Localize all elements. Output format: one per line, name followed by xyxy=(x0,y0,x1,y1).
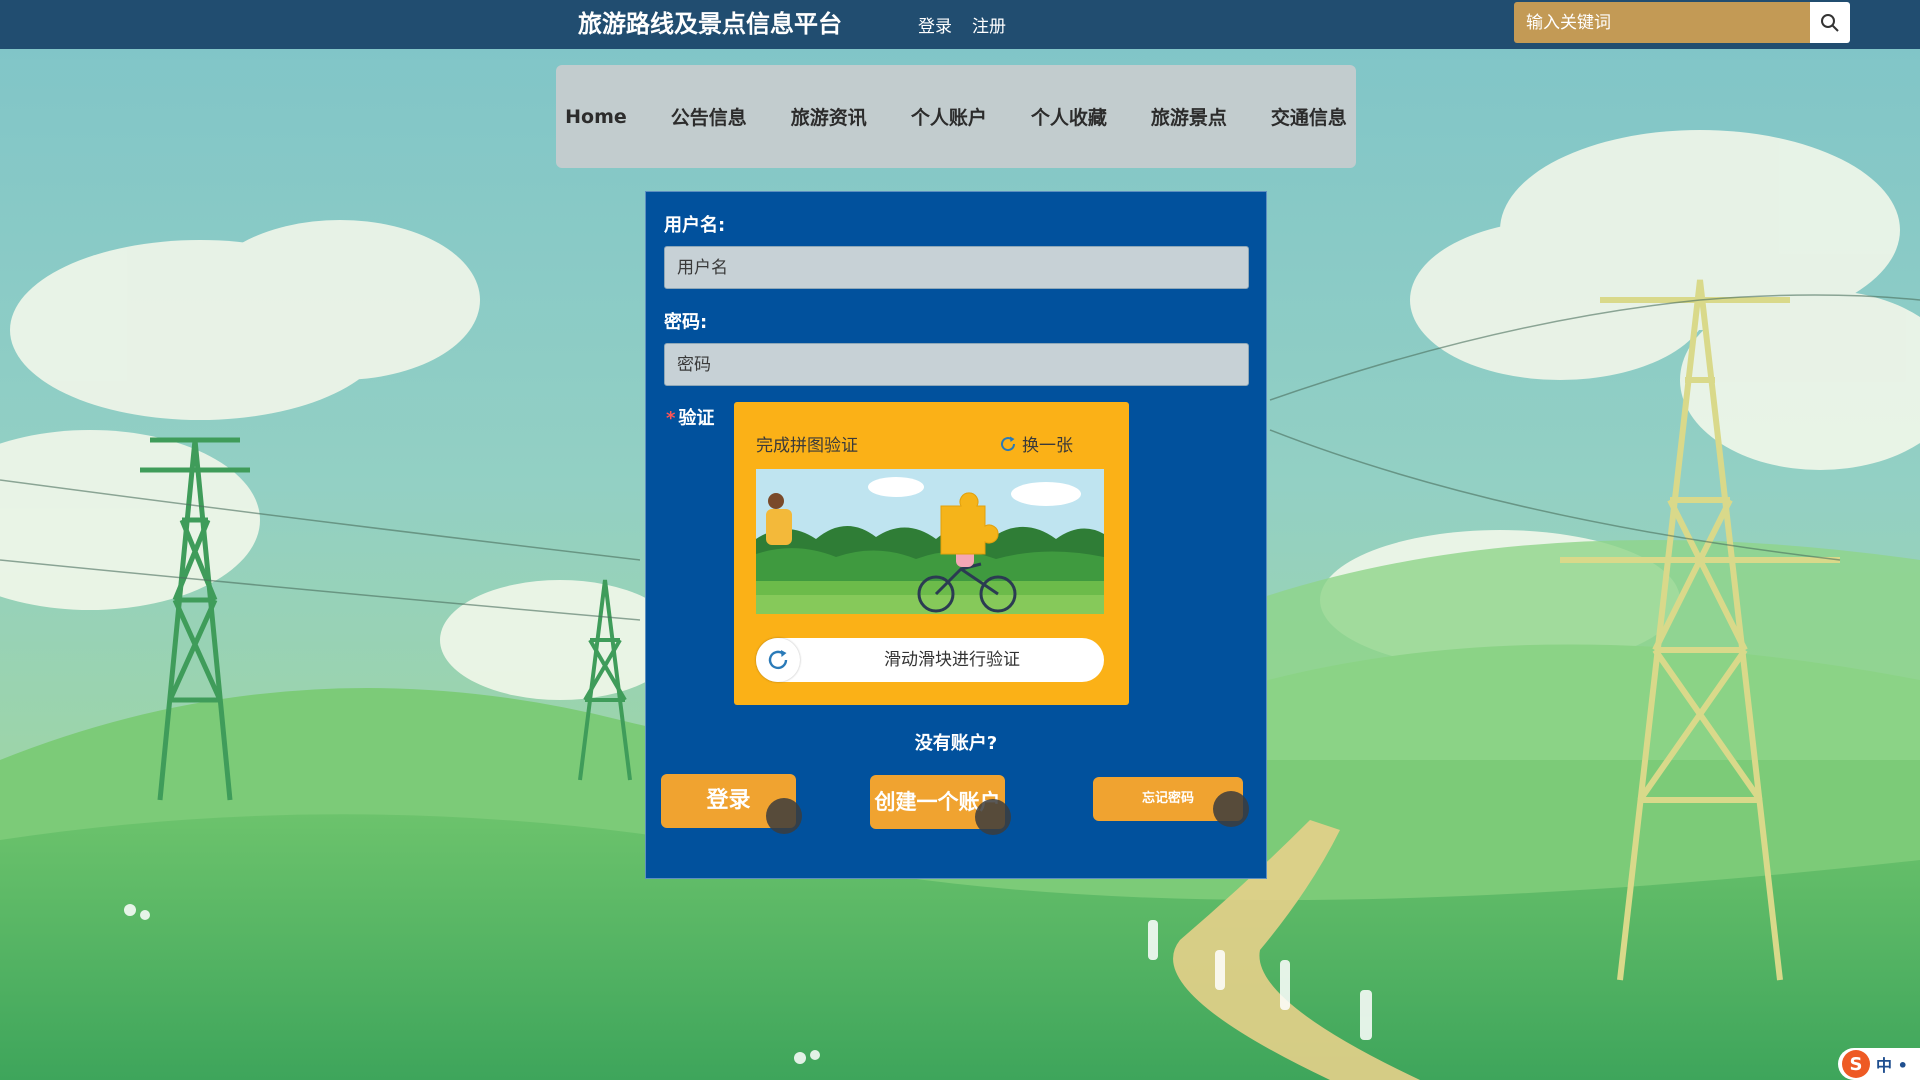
login-panel: 用户名: 密码: *验证 完成拼图验证 换一张 xyxy=(645,191,1267,879)
nav-announcements[interactable]: 公告信息 xyxy=(649,103,769,130)
username-label: 用户名: xyxy=(664,215,726,236)
required-mark: * xyxy=(666,408,676,429)
ime-mode: 中 • xyxy=(1876,1056,1908,1075)
nav-transport-info[interactable]: 交通信息 xyxy=(1249,103,1369,130)
search-button[interactable] xyxy=(1810,2,1850,43)
create-account-button[interactable]: 创建一个账户 xyxy=(870,775,1011,835)
nav-personal-account[interactable]: 个人账户 xyxy=(889,103,1009,130)
button-decor xyxy=(975,799,1011,835)
captcha-slider-track[interactable]: 滑动滑块进行验证 xyxy=(756,638,1104,682)
login-link[interactable]: 登录 xyxy=(918,12,952,37)
nav-attractions[interactable]: 旅游景点 xyxy=(1129,103,1249,130)
forgot-password-label: 忘记密码 xyxy=(1141,791,1194,806)
password-input[interactable] xyxy=(664,343,1249,386)
sogou-logo-icon: S xyxy=(1842,1050,1870,1078)
captcha-title: 完成拼图验证 xyxy=(756,436,858,456)
ime-indicator[interactable]: S 中 • xyxy=(1838,1048,1920,1080)
captcha-image xyxy=(756,469,1104,614)
main-nav: Home 公告信息 旅游资讯 个人账户 个人收藏 旅游景点 交通信息 xyxy=(556,65,1356,168)
verify-label: * 验证 xyxy=(666,404,714,430)
refresh-icon xyxy=(1001,436,1016,451)
captcha-refresh-button[interactable]: 换一张 xyxy=(999,431,1073,456)
verify-label-text: 验证 xyxy=(678,408,715,429)
captcha-slider-handle[interactable] xyxy=(756,638,800,682)
password-label: 密码: xyxy=(664,312,708,333)
puzzle-captcha: 完成拼图验证 换一张 滑动滑块进行验证 xyxy=(734,402,1129,705)
button-decor xyxy=(766,798,802,834)
nav-travel-news[interactable]: 旅游资讯 xyxy=(769,103,889,130)
register-link[interactable]: 注册 xyxy=(972,12,1006,37)
login-button-label: 登录 xyxy=(706,788,751,813)
login-button[interactable]: 登录 xyxy=(661,774,802,834)
no-account-text: 没有账户? xyxy=(914,733,998,754)
search-icon xyxy=(1821,13,1839,32)
search-input[interactable] xyxy=(1514,2,1810,43)
forgot-password-button[interactable]: 忘记密码 xyxy=(1093,777,1249,827)
site-title: 旅游路线及景点信息平台 xyxy=(578,10,842,38)
refresh-icon xyxy=(768,650,788,670)
nav-favorites[interactable]: 个人收藏 xyxy=(1009,103,1129,130)
slider-instruction: 滑动滑块进行验证 xyxy=(884,650,1020,670)
captcha-refresh-label: 换一张 xyxy=(1022,436,1073,456)
button-decor xyxy=(1213,791,1249,827)
username-input[interactable] xyxy=(664,246,1249,289)
nav-home[interactable]: Home xyxy=(543,106,649,128)
top-bar: 旅游路线及景点信息平台 登录 注册 xyxy=(0,0,1920,49)
